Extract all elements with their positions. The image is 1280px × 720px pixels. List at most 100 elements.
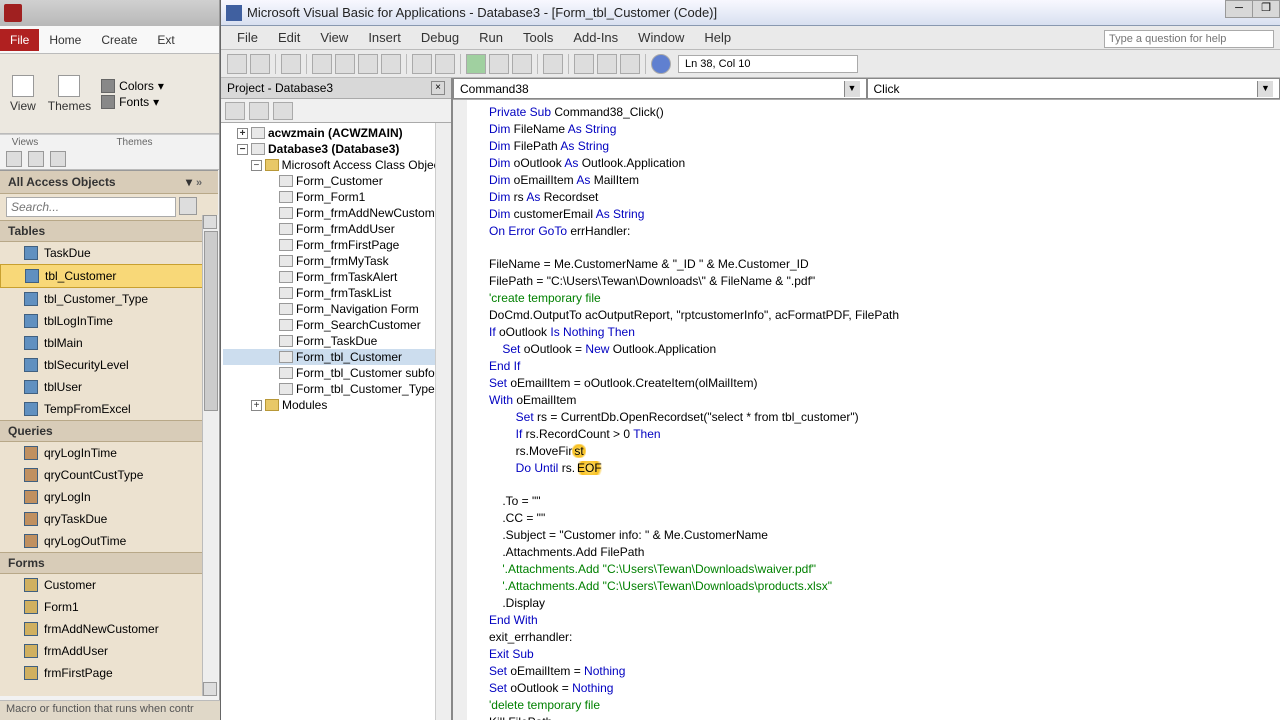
table-item[interactable]: TaskDue: [0, 242, 218, 264]
break-icon[interactable]: [489, 54, 509, 74]
fonts-button[interactable]: Fonts▾: [101, 95, 164, 109]
tree-label[interactable]: Form_tbl_Customer subform: [296, 366, 449, 380]
project-scrollbar[interactable]: [435, 123, 451, 720]
vbe-title-text: Microsoft Visual Basic for Applications …: [247, 5, 717, 20]
procedure-dropdown[interactable]: Click▼: [867, 78, 1280, 99]
tab-create[interactable]: Create: [91, 29, 147, 51]
tree-label[interactable]: Form_Form1: [296, 190, 365, 204]
menu-edit[interactable]: Edit: [270, 28, 308, 47]
query-item[interactable]: qryCountCustType: [0, 464, 218, 486]
menu-view[interactable]: View: [312, 28, 356, 47]
view-button[interactable]: View: [4, 71, 42, 117]
nav-header[interactable]: All Access Objects▾: [0, 171, 218, 194]
view-access-icon[interactable]: [227, 54, 247, 74]
table-item[interactable]: tblLogInTime: [0, 310, 218, 332]
cut-icon[interactable]: [312, 54, 332, 74]
menu-tools[interactable]: Tools: [515, 28, 561, 47]
query-item[interactable]: qryLogIn: [0, 486, 218, 508]
tree-label[interactable]: Form_frmMyTask: [296, 254, 389, 268]
menu-insert[interactable]: Insert: [360, 28, 409, 47]
scroll-up-icon[interactable]: [203, 215, 217, 229]
tree-label[interactable]: Form_TaskDue: [296, 334, 377, 348]
qat-undo-icon[interactable]: [28, 151, 44, 167]
form-item[interactable]: frmFirstPage: [0, 662, 218, 684]
scroll-down-icon[interactable]: [203, 682, 217, 696]
cat-forms[interactable]: Forms⌃: [0, 552, 218, 574]
menu-debug[interactable]: Debug: [413, 28, 467, 47]
scroll-thumb[interactable]: [204, 231, 218, 411]
menu-help[interactable]: Help: [696, 28, 739, 47]
tab-home[interactable]: Home: [39, 29, 91, 51]
help-input[interactable]: [1104, 30, 1274, 48]
table-item[interactable]: TempFromExcel: [0, 398, 218, 420]
nav-scrollbar[interactable]: [202, 215, 218, 696]
undo-icon[interactable]: [412, 54, 432, 74]
query-item[interactable]: qryTaskDue: [0, 508, 218, 530]
object-dropdown[interactable]: Command38▼: [453, 78, 867, 99]
colors-button[interactable]: Colors▾: [101, 79, 164, 93]
insert-module-icon[interactable]: [250, 54, 270, 74]
paste-icon[interactable]: [358, 54, 378, 74]
table-item[interactable]: tblSecurityLevel: [0, 354, 218, 376]
tree-label[interactable]: Form_tbl_Customer_Type: [296, 382, 435, 396]
form-item[interactable]: frmAddNewCustomer: [0, 618, 218, 640]
module-icon: [279, 303, 293, 315]
run-icon[interactable]: [466, 54, 486, 74]
menu-window[interactable]: Window: [630, 28, 692, 47]
qat-save-icon[interactable]: [6, 151, 22, 167]
redo-icon[interactable]: [435, 54, 455, 74]
save-icon[interactable]: [281, 54, 301, 74]
qat-redo-icon[interactable]: [50, 151, 66, 167]
help-icon[interactable]: [651, 54, 671, 74]
form-item[interactable]: Customer: [0, 574, 218, 596]
tree-label[interactable]: Form_frmTaskList: [296, 286, 391, 300]
tree-label[interactable]: Form_Navigation Form: [296, 302, 419, 316]
tree-label[interactable]: Form_tbl_Customer: [296, 350, 402, 364]
form-item[interactable]: frmAddUser: [0, 640, 218, 662]
query-item[interactable]: qryLogOutTime: [0, 530, 218, 552]
tab-file[interactable]: File: [0, 29, 39, 51]
minimize-button[interactable]: ─: [1225, 0, 1253, 18]
themes-button[interactable]: Themes: [42, 71, 97, 117]
menu-file[interactable]: File: [229, 28, 266, 47]
view-code-icon[interactable]: [225, 102, 245, 120]
tree-label[interactable]: Form_SearchCustomer: [296, 318, 421, 332]
search-icon[interactable]: [179, 197, 197, 215]
collapse-icon[interactable]: −: [237, 144, 248, 155]
view-object-icon[interactable]: [249, 102, 269, 120]
project-explorer-icon[interactable]: [574, 54, 594, 74]
expand-icon[interactable]: +: [251, 400, 262, 411]
table-item[interactable]: tblMain: [0, 332, 218, 354]
table-item[interactable]: tbl_Customer: [0, 264, 218, 288]
tree-label[interactable]: Form_frmAddNewCustomer: [296, 206, 445, 220]
close-icon[interactable]: ×: [431, 81, 445, 95]
object-browser-icon[interactable]: [620, 54, 640, 74]
form-item[interactable]: Form1: [0, 596, 218, 618]
table-item[interactable]: tblUser: [0, 376, 218, 398]
tree-label[interactable]: Form_frmFirstPage: [296, 238, 399, 252]
tree-label[interactable]: Form_frmTaskAlert: [296, 270, 397, 284]
copy-icon[interactable]: [335, 54, 355, 74]
properties-icon[interactable]: [597, 54, 617, 74]
project-tree[interactable]: +acwzmain (ACWZMAIN) −Database3 (Databas…: [221, 123, 451, 720]
expand-icon[interactable]: +: [237, 128, 248, 139]
query-item[interactable]: qryLogInTime: [0, 442, 218, 464]
tab-external[interactable]: Ext: [147, 29, 184, 51]
design-mode-icon[interactable]: [543, 54, 563, 74]
table-item[interactable]: tbl_Customer_Type: [0, 288, 218, 310]
maximize-button[interactable]: ❐: [1252, 0, 1280, 18]
collapse-icon[interactable]: −: [251, 160, 262, 171]
toggle-folders-icon[interactable]: [273, 102, 293, 120]
nav-dropdown-icon[interactable]: ▾: [186, 175, 192, 189]
cat-queries[interactable]: Queries⌃: [0, 420, 218, 442]
code-editor[interactable]: Private Sub Command38_Click() Dim FileNa…: [453, 100, 1280, 720]
menu-addins[interactable]: Add-Ins: [565, 28, 626, 47]
search-input[interactable]: [6, 197, 176, 217]
reset-icon[interactable]: [512, 54, 532, 74]
menu-run[interactable]: Run: [471, 28, 511, 47]
cat-tables[interactable]: Tables⌃: [0, 220, 218, 242]
find-icon[interactable]: [381, 54, 401, 74]
tree-label[interactable]: Form_frmAddUser: [296, 222, 395, 236]
tree-label[interactable]: Form_Customer: [296, 174, 383, 188]
nav-collapse-icon[interactable]: [196, 175, 210, 189]
